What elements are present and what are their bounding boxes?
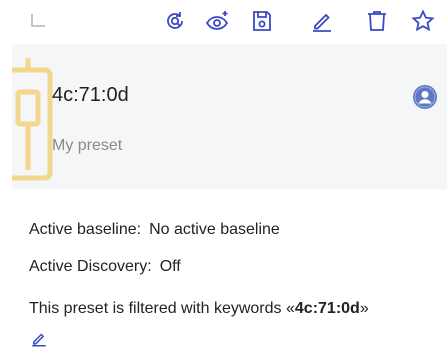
save-icon[interactable] [247, 6, 277, 36]
filter-open-quote: « [285, 300, 295, 317]
eye-sparkle-icon[interactable] [202, 6, 232, 36]
filter-prefix: This preset is filtered with keywords [29, 300, 286, 317]
filter-description: This preset is filtered with keywords «4… [29, 300, 369, 318]
active-baseline-label: Active baseline: [29, 221, 142, 238]
preset-name: My preset [52, 137, 123, 154]
device-title: 4c:71:0d [52, 84, 129, 106]
active-discovery-label: Active Discovery: [29, 258, 152, 275]
undo-icon[interactable] [25, 6, 55, 36]
device-watermark-icon [12, 58, 53, 181]
active-discovery-row: Active Discovery: Off [29, 258, 181, 276]
refresh-search-icon[interactable] [160, 6, 190, 36]
star-icon[interactable] [408, 6, 438, 36]
active-baseline-row: Active baseline: No active baseline [29, 221, 280, 239]
filter-close-quote: » [359, 300, 369, 317]
active-discovery-value: Off [159, 258, 181, 275]
edit-icon[interactable] [307, 6, 337, 36]
user-avatar-icon[interactable] [412, 84, 438, 110]
toolbar [0, 0, 447, 42]
active-baseline-value: No active baseline [149, 221, 280, 238]
edit-keywords-icon[interactable] [30, 330, 48, 348]
preset-card: 4c:71:0d My preset [12, 44, 447, 189]
filter-keyword: 4c:71:0d [294, 300, 360, 317]
delete-icon[interactable] [362, 6, 392, 36]
